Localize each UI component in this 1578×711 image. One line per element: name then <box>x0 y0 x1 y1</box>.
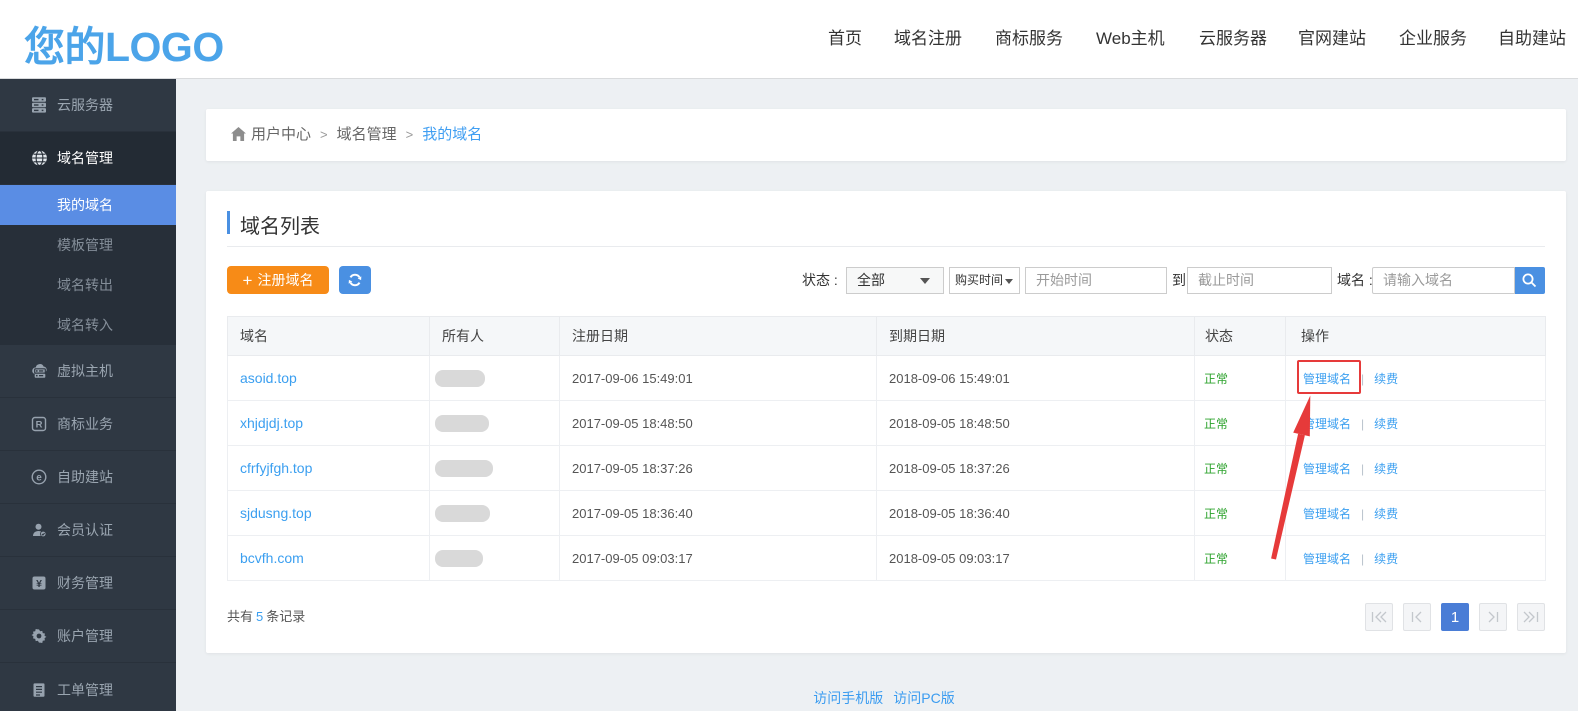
svg-text:¥: ¥ <box>36 578 42 590</box>
svg-text:e: e <box>36 472 42 483</box>
svg-text:R: R <box>36 420 43 431</box>
